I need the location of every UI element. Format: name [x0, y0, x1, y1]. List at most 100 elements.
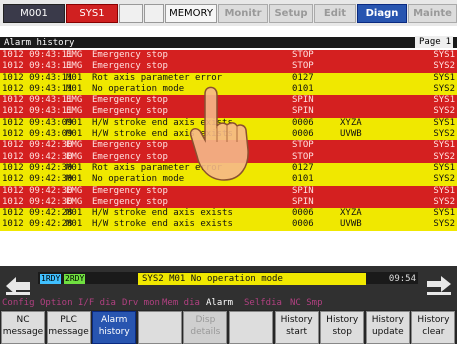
tab-maintenance[interactable]: Mainte	[408, 4, 457, 23]
ready-indicator-2: 2RDY	[64, 274, 86, 284]
key-label-line2: message	[2, 327, 44, 337]
clock: 09:54	[388, 274, 416, 284]
alarm-system: SYS2	[433, 83, 455, 94]
alarm-row[interactable]: 1012 09:43:09 M01 H/W stroke end axis exis…	[0, 129, 457, 141]
key-label-line1: Alarm	[100, 315, 128, 325]
alarm-time: 1012 09:42:30	[2, 185, 73, 196]
alarm-code: EMG	[66, 50, 83, 60]
alarm-system: SYS1	[433, 162, 455, 173]
alarm-time: 1012 09:42:28	[2, 219, 73, 230]
alarm-row[interactable]: 1012 09:43:11 M01 Rot axis parameter error…	[0, 72, 457, 84]
alarm-system: SYS2	[433, 219, 455, 230]
alarm-row[interactable]: 1012 09:42:30 EMG Emergency stop SPIN SYS1	[0, 185, 457, 197]
alarm-row[interactable]: 1012 09:42:30 EMG Emergency stop STOP SYS2	[0, 151, 457, 163]
page-label: Page	[419, 37, 441, 47]
alarm-row[interactable]: 1012 09:42:28 M01 H/W stroke end axis exis…	[0, 219, 457, 231]
key-label-line1: History	[417, 315, 450, 325]
nc-message-key[interactable]: NC message	[1, 311, 45, 344]
system-indicator[interactable]: SYS1	[66, 4, 118, 23]
tab-edit[interactable]: Edit	[314, 4, 356, 23]
page-indicator: Page 1	[415, 36, 453, 48]
history-start-key[interactable]: History start	[274, 311, 319, 344]
alarm-system: SYS1	[433, 95, 455, 106]
tab-setup[interactable]: Setup	[269, 4, 313, 23]
alarm-system: SYS1	[433, 208, 455, 219]
alarm-code: EMG	[66, 106, 83, 117]
alarm-number: 0101	[292, 83, 314, 94]
alarm-number: 0006	[292, 117, 314, 128]
program-number: M001	[3, 4, 65, 23]
key-label-line2: details	[190, 327, 221, 337]
current-alarm-message: SYS2 M01 No operation mode	[138, 273, 366, 285]
alarm-time: 1012 09:43:11	[2, 50, 73, 60]
menu-path-item[interactable]: Selfdia	[244, 296, 282, 310]
alarm-number: 0006	[292, 219, 314, 230]
forward-arrow-icon[interactable]	[423, 274, 453, 296]
tab-diagnosis[interactable]: Diagn	[357, 4, 407, 23]
menu-path-item[interactable]: Mem dia	[162, 296, 200, 310]
menu-path-item[interactable]: Config	[2, 296, 35, 310]
alarm-code: M01	[66, 219, 83, 230]
alarm-axis: UVWB	[340, 219, 362, 230]
alarm-row[interactable]: 1012 09:43:09 M01 H/W stroke end axis exis…	[0, 117, 457, 130]
menu-path-item[interactable]: Alarm	[206, 296, 233, 310]
page-number: 1	[445, 37, 451, 47]
alarm-system: SYS2	[433, 174, 455, 185]
alarm-row[interactable]: 1012 09:43:11 EMG Emergency stop SPIN SYS2	[0, 106, 457, 118]
alarm-time: 1012 09:42:28	[2, 208, 73, 219]
alarm-code: M01	[66, 174, 83, 185]
alarm-row[interactable]: 1012 09:42:30 M01 Rot axis parameter error…	[0, 162, 457, 175]
key-label-line2: start	[286, 327, 308, 337]
alarm-number: SPIN	[292, 196, 314, 207]
alarm-number: 0127	[292, 162, 314, 173]
blank-key-6[interactable]	[229, 311, 273, 344]
tab-monitor[interactable]: Monitr	[218, 4, 268, 23]
alarm-system: SYS2	[433, 151, 455, 162]
menu-path-item[interactable]: Drv mon	[122, 296, 160, 310]
memory-mode: MEMORY	[165, 4, 217, 23]
alarm-list[interactable]: 1012 09:43:11 EMG Emergency stop STOP SYS1 10…	[0, 50, 457, 231]
alarm-row[interactable]: 1012 09:43:11 EMG Emergency stop SPIN SYS1	[0, 95, 457, 107]
menu-path-item[interactable]: NC Smp	[290, 296, 323, 310]
function-key-bar: NC message PLC message Alarm history Disp detai…	[0, 310, 457, 344]
key-label-line2: update	[371, 327, 404, 337]
alarm-number: 0006	[292, 208, 314, 219]
alarm-history-key[interactable]: Alarm history	[92, 311, 137, 344]
history-stop-key[interactable]: History stop	[320, 311, 365, 344]
history-update-key[interactable]: History update	[365, 311, 410, 344]
alarm-system: SYS2	[433, 196, 455, 207]
history-clear-key[interactable]: History clear	[411, 311, 456, 344]
alarm-system: SYS2	[433, 106, 455, 117]
alarm-number: SPIN	[292, 185, 314, 196]
alarm-time: 1012 09:43:11	[2, 106, 73, 117]
alarm-row[interactable]: 1012 09:42:28 M01 H/W stroke end axis exis…	[0, 208, 457, 220]
alarm-time: 1012 09:42:30	[2, 196, 73, 207]
plc-message-key[interactable]: PLC message	[46, 311, 91, 344]
alarm-system: SYS1	[433, 50, 455, 60]
alarm-number: STOP	[292, 151, 314, 162]
disp-details-key[interactable]: Disp details	[183, 311, 228, 344]
alarm-row[interactable]: 1012 09:42:30 EMG Emergency stop STOP SYS1	[0, 140, 457, 152]
alarm-system: SYS1	[433, 140, 455, 151]
alarm-row[interactable]: 1012 09:42:30 EMG Emergency stop SPIN SYS2	[0, 196, 457, 209]
alarm-time: 1012 09:42:30	[2, 162, 73, 173]
alarm-axis: XYZA	[340, 208, 362, 219]
menu-path-item[interactable]: I/F dia	[78, 296, 116, 310]
alarm-row[interactable]: 1012 09:42:30 M01 No operation mode 0101 SYS…	[0, 174, 457, 186]
alarm-time: 1012 09:43:11	[2, 61, 73, 72]
alarm-row[interactable]: 1012 09:43:11 EMG Emergency stop STOP SYS1	[0, 50, 457, 62]
alarm-number: SPIN	[292, 95, 314, 106]
back-arrow-icon[interactable]	[4, 274, 34, 296]
alarm-code: EMG	[66, 95, 83, 106]
key-label-line1: History	[371, 315, 404, 325]
alarm-number: 0101	[292, 174, 314, 185]
blank-key-4[interactable]	[137, 311, 182, 344]
alarm-number: STOP	[292, 140, 314, 151]
menu-path-item[interactable]: Option	[40, 296, 73, 310]
alarm-row[interactable]: 1012 09:43:11 M01 No operation mode 0101 SYS…	[0, 83, 457, 96]
alarm-row[interactable]: 1012 09:43:11 EMG Emergency stop STOP SYS2	[0, 61, 457, 73]
alarm-system: SYS1	[433, 117, 455, 128]
alarm-axis: UVWB	[340, 129, 362, 140]
alarm-code: EMG	[66, 140, 83, 151]
panel-title: Alarm history	[0, 37, 457, 48]
